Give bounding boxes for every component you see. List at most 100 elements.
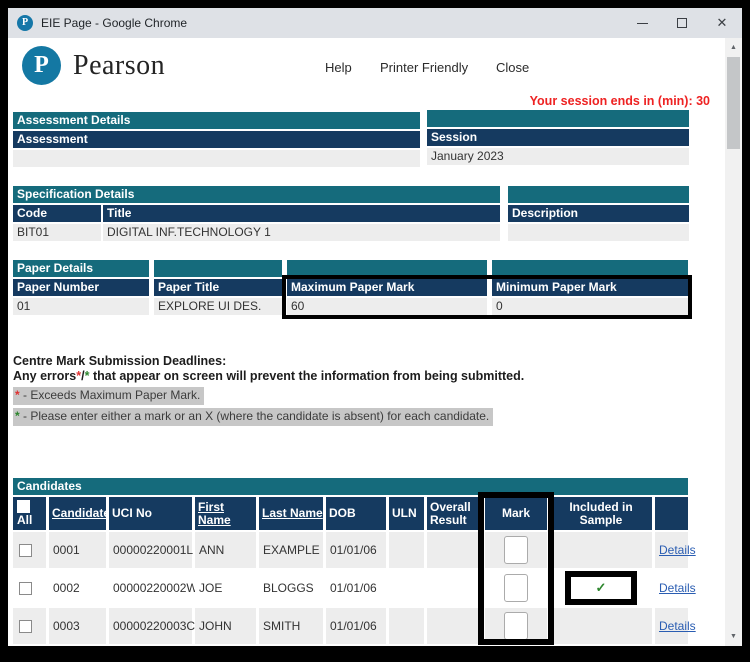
min-paper-mark-value: 0 xyxy=(492,298,688,315)
row-checkbox[interactable] xyxy=(19,582,32,595)
uci-number: 00000220002W xyxy=(109,570,192,606)
row-checkbox[interactable] xyxy=(19,544,32,557)
paper-details-bar-3 xyxy=(287,260,487,277)
details-link[interactable]: Details xyxy=(659,619,696,633)
uln xyxy=(389,608,424,644)
uci-number: 00000220001L xyxy=(109,532,192,568)
first-name: JOE xyxy=(195,570,256,606)
description-section: Description xyxy=(508,186,689,241)
uln xyxy=(389,570,424,606)
overall-result xyxy=(427,532,482,568)
close-window-button[interactable]: ✕ xyxy=(702,8,742,38)
description-header: Description xyxy=(508,205,689,222)
included-in-sample-header: Included in Sample xyxy=(550,497,652,530)
paper-details-bar-2 xyxy=(154,260,282,277)
paper-details-bar-4 xyxy=(492,260,688,277)
printer-friendly-link[interactable]: Printer Friendly xyxy=(380,60,468,75)
assessment-details-section: Assessment Details Assessment xyxy=(13,112,420,167)
pearson-logo-icon: P xyxy=(22,46,61,85)
overall-result-header: Overall Result xyxy=(427,497,482,530)
errors-warning-line: Any errors*/* that appear on screen will… xyxy=(13,369,713,383)
uci-number: 00000220003C xyxy=(109,608,192,644)
uln-header: ULN xyxy=(389,497,424,530)
description-section-bar xyxy=(508,186,689,203)
first-name: JOHN xyxy=(195,608,256,644)
paper-number-value: 01 xyxy=(13,298,149,315)
description-value xyxy=(508,224,689,241)
note-exceeds-max: * - Exceeds Maximum Paper Mark. xyxy=(13,387,204,405)
last-name: SMITH xyxy=(259,608,323,644)
paper-title-header: Paper Title xyxy=(154,279,282,296)
dob-header: DOB xyxy=(326,497,386,530)
table-row: 0003 00000220003C JOHN SMITH 01/01/06 De… xyxy=(13,608,688,644)
uln xyxy=(389,532,424,568)
select-all-checkbox[interactable] xyxy=(17,500,30,513)
paper-details-title: Paper Details xyxy=(13,260,149,277)
session-timeout-message: Your session ends in (min): 30 xyxy=(530,94,710,108)
note-exceeds-max-text: - Exceeds Maximum Paper Mark. xyxy=(20,388,201,402)
note-enter-mark: * - Please enter either a mark or an X (… xyxy=(13,408,493,426)
included-highlight-box: ✓ xyxy=(565,571,637,605)
included-in-sample xyxy=(550,532,652,568)
mark-input[interactable] xyxy=(504,536,528,564)
mark-header: Mark xyxy=(485,497,547,530)
paper-details-section: Paper Details Paper Number Paper Title M… xyxy=(13,260,688,315)
session-header: Session xyxy=(427,129,689,146)
pearson-wordmark: Pearson xyxy=(73,50,165,82)
paper-title-value: EXPLORE UI DES. xyxy=(154,298,282,315)
mark-input[interactable] xyxy=(504,574,528,602)
scrollbar-thumb[interactable] xyxy=(727,57,740,149)
deadlines-block: Centre Mark Submission Deadlines: Any er… xyxy=(13,354,713,429)
maximize-button[interactable] xyxy=(662,8,702,38)
maximize-icon xyxy=(677,18,687,28)
sort-last-name-header[interactable]: Last Name xyxy=(262,507,323,520)
overall-result xyxy=(427,570,482,606)
last-name: EXAMPLE xyxy=(259,532,323,568)
details-link[interactable]: Details xyxy=(659,581,696,595)
assessment-value xyxy=(13,150,420,167)
min-paper-mark-header: Minimum Paper Mark xyxy=(492,279,688,296)
overall-result xyxy=(427,608,482,644)
vertical-scrollbar[interactable]: ▲ ▼ xyxy=(725,38,742,646)
title-value: DIGITAL INF.TECHNOLOGY 1 xyxy=(103,224,500,241)
dob: 01/01/06 xyxy=(326,570,386,606)
session-section-bar xyxy=(427,110,689,127)
specification-details-section: Specification Details Code Title BIT01 D… xyxy=(13,186,500,241)
scroll-down-icon[interactable]: ▼ xyxy=(725,629,742,644)
candidate-number: 0003 xyxy=(49,608,106,644)
mark-input[interactable] xyxy=(504,612,528,640)
candidates-title: Candidates xyxy=(13,478,688,495)
close-icon: ✕ xyxy=(717,15,728,31)
minimize-icon xyxy=(637,23,648,24)
included-in-sample xyxy=(550,608,652,644)
details-header xyxy=(655,497,688,530)
sort-first-name-header[interactable]: First Name xyxy=(198,501,256,527)
dob: 01/01/06 xyxy=(326,532,386,568)
details-link[interactable]: Details xyxy=(659,543,696,557)
errors-warning-pre: Any errors xyxy=(13,369,76,383)
errors-warning-post: that appear on screen will prevent the i… xyxy=(89,369,524,383)
deadlines-heading: Centre Mark Submission Deadlines: xyxy=(13,354,713,368)
sort-candidate-header[interactable]: Candidate xyxy=(52,507,110,520)
pearson-logo: P Pearson xyxy=(22,46,165,85)
dob: 01/01/06 xyxy=(326,608,386,644)
candidate-number: 0002 xyxy=(49,570,106,606)
session-value: January 2023 xyxy=(427,148,689,165)
candidates-header-row: All Candidate UCI No First Name Last Nam… xyxy=(13,497,688,530)
select-all-header: All xyxy=(13,497,46,530)
uci-header: UCI No xyxy=(109,497,192,530)
assessment-details-title: Assessment Details xyxy=(13,112,420,129)
specification-details-title: Specification Details xyxy=(13,186,500,203)
pearson-favicon-icon: P xyxy=(17,15,33,31)
row-checkbox[interactable] xyxy=(19,620,32,633)
check-icon: ✓ xyxy=(596,580,607,596)
scroll-up-icon[interactable]: ▲ xyxy=(725,40,742,55)
help-link[interactable]: Help xyxy=(325,60,352,75)
all-label: All xyxy=(17,514,32,527)
note-enter-mark-text: - Please enter either a mark or an X (wh… xyxy=(20,409,490,423)
minimize-button[interactable] xyxy=(622,8,662,38)
close-page-link[interactable]: Close xyxy=(496,60,529,75)
page-content: P Pearson Help Printer Friendly Close Yo… xyxy=(8,38,742,646)
assessment-header: Assessment xyxy=(13,131,420,148)
session-section: Session January 2023 xyxy=(427,110,689,165)
